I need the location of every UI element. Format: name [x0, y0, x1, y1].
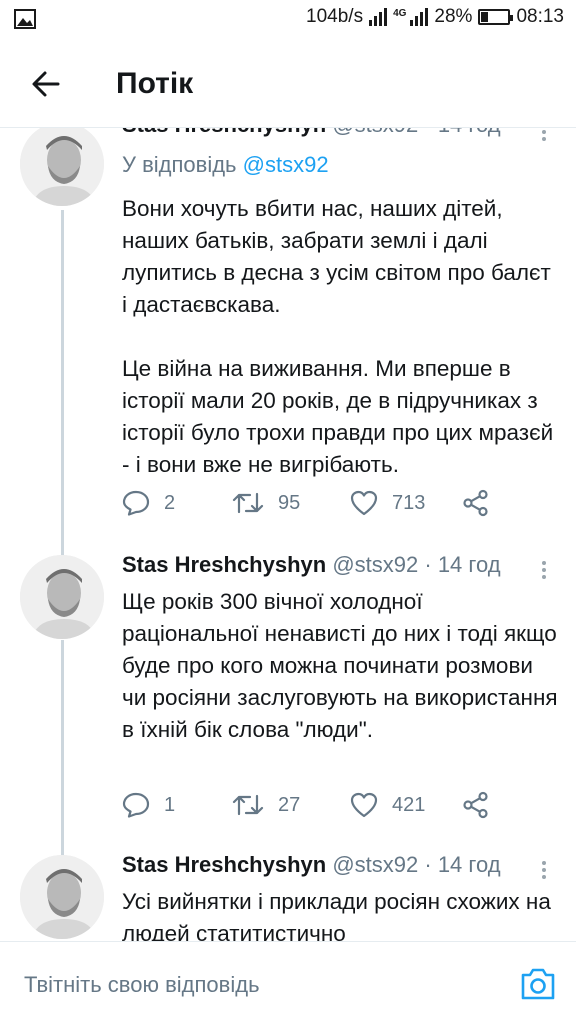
reply-to-handle[interactable]: @stsx92 [243, 152, 329, 177]
tweet-actions: 1 27 421 [122, 790, 502, 820]
reply-button[interactable]: 2 [122, 488, 175, 518]
tweet-header: Stas Hreshchyshyn @stsx92 · 14 год [122, 852, 501, 878]
back-button[interactable] [28, 66, 64, 102]
tweet[interactable]: Stas Hreshchyshyn @stsx92 · 14 год У від… [0, 118, 576, 562]
reply-button[interactable]: 1 [122, 790, 175, 820]
avatar[interactable] [20, 122, 104, 206]
tweet-text: Ще років 300 вічної холодної раціонально… [122, 589, 558, 742]
tweet-header: Stas Hreshchyshyn @stsx92 · 14 год [122, 552, 501, 578]
tweet-text: Усі вийнятки і приклади росіян схожих на… [122, 889, 551, 941]
clock: 08:13 [516, 6, 564, 27]
retweet-count: 27 [278, 793, 301, 816]
battery-icon [478, 9, 514, 25]
reply-count: 1 [164, 793, 176, 816]
tweet[interactable]: Stas Hreshchyshyn @stsx92 · 14 год Ще ро… [0, 548, 576, 856]
tweet-text: Вони хочуть вбити нас, наших дітей, наши… [122, 196, 554, 477]
author-handle: @stsx92 [332, 852, 419, 877]
like-count: 421 [392, 793, 426, 816]
share-button[interactable] [462, 488, 490, 518]
avatar[interactable] [20, 855, 104, 939]
retweet-button[interactable]: 27 [232, 790, 300, 820]
retweet-button[interactable]: 95 [232, 488, 300, 518]
reply-icon [122, 792, 150, 818]
camera-icon [521, 968, 555, 1000]
avatar[interactable] [20, 555, 104, 639]
reply-to-prefix: У відповідь [122, 152, 243, 177]
share-button[interactable] [462, 790, 490, 820]
tweet-actions: 2 95 713 [122, 488, 502, 518]
network-speed: 104b/s [306, 6, 364, 27]
like-button[interactable]: 713 [350, 488, 425, 518]
more-options-icon[interactable] [539, 858, 549, 882]
thread-connector [61, 640, 64, 856]
more-options-icon[interactable] [539, 558, 549, 582]
author-handle: @stsx92 [332, 552, 419, 577]
reply-composer: Твітніть свою відповідь [0, 941, 576, 1024]
tweet-thread: Stas Hreshchyshyn @stsx92 · 14 год У від… [0, 118, 576, 941]
app-bar: Потік [0, 38, 576, 128]
camera-button[interactable] [519, 966, 557, 1002]
wifi-signal-icon [369, 8, 388, 26]
status-bar: 104b/s 4G 28% 08:13 [0, 0, 576, 38]
author-name[interactable]: Stas Hreshchyshyn [122, 552, 326, 577]
arrow-left-icon [32, 71, 60, 97]
share-icon [463, 489, 488, 517]
retweet-count: 95 [278, 491, 301, 514]
reply-icon [122, 490, 150, 516]
battery-fill [481, 12, 489, 22]
retweet-icon [232, 794, 264, 816]
heart-icon [350, 792, 378, 818]
reply-count: 2 [164, 491, 176, 514]
tweet-time: · 14 год [424, 552, 501, 577]
like-count: 713 [392, 491, 426, 514]
retweet-icon [232, 492, 264, 514]
page-title: Потік [116, 67, 194, 100]
heart-icon [350, 490, 378, 516]
gallery-notification-icon [14, 9, 36, 35]
battery-percent: 28% [434, 6, 473, 27]
tweet[interactable]: Stas Hreshchyshyn @stsx92 · 14 год Усі в… [0, 848, 576, 941]
reply-input[interactable]: Твітніть свою відповідь [24, 972, 260, 998]
author-name[interactable]: Stas Hreshchyshyn [122, 852, 326, 877]
tweet-time: · 14 год [424, 852, 501, 877]
thread-connector [61, 210, 64, 562]
share-icon [463, 791, 488, 819]
cell-signal-icon [410, 8, 429, 26]
reply-to: У відповідь @stsx92 [122, 152, 329, 178]
like-button[interactable]: 421 [350, 790, 425, 820]
network-type: 4G [393, 8, 407, 19]
